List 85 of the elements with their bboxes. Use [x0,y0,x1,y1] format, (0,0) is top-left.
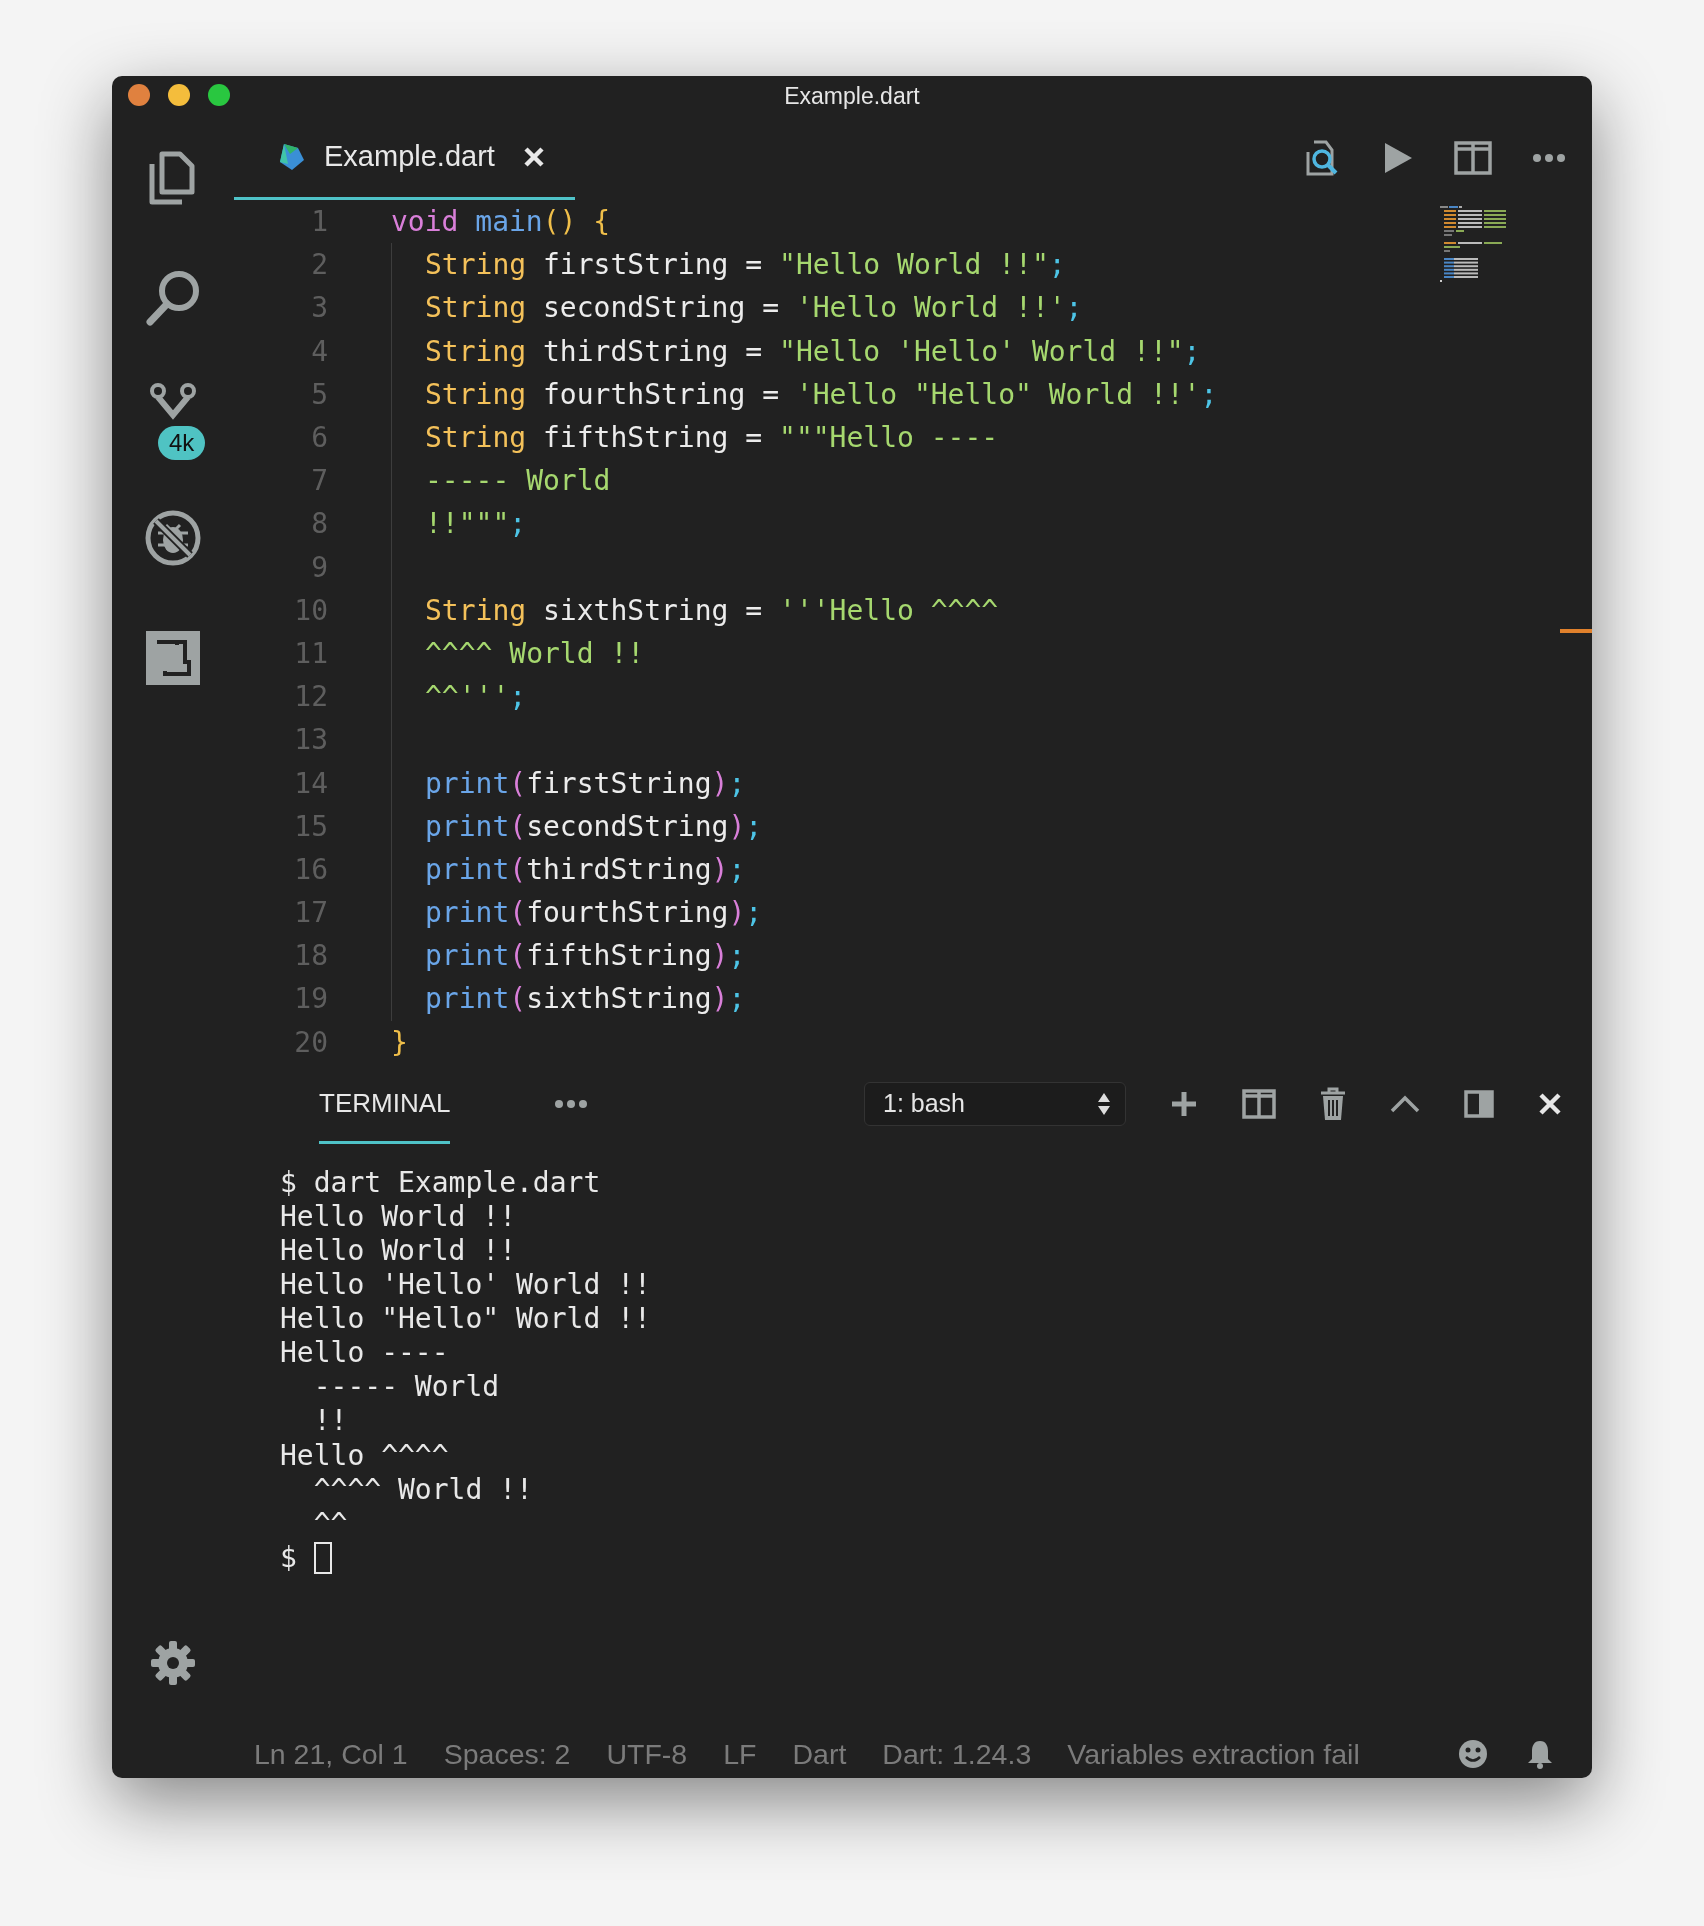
split-terminal-icon[interactable] [1242,1088,1276,1119]
close-icon[interactable] [522,145,545,168]
panel-icon[interactable] [1464,1089,1494,1118]
minimize-window-button[interactable] [168,84,190,106]
extensions-icon[interactable] [146,631,200,685]
line-number: 6 [310,421,328,455]
line-number: 4 [310,334,328,368]
files-icon[interactable] [148,150,198,206]
close-window-button[interactable] [128,84,150,106]
terminal-line: Hello 'Hello' World !! [280,1268,651,1303]
shell-dropdown[interactable]: 1: bash [864,1081,1126,1126]
window-title: Example.dart [784,82,920,110]
status-item[interactable]: Dart: 1.24.3 [882,1737,1032,1771]
terminal-line: !! [312,1404,348,1439]
code-line: ----- World [425,464,611,498]
search-icon[interactable] [145,269,201,327]
line-number: 1 [310,205,328,239]
count-badge: 4k [158,426,206,460]
terminal-line: Hello "Hello" World !! [280,1302,651,1337]
code-line: ^^'''; [425,680,527,714]
line-number: 2 [310,248,328,282]
status-item[interactable]: Dart [792,1737,847,1771]
line-number: 13 [293,723,328,757]
terminal-line: Hello ^^^^ [280,1438,449,1473]
line-number: 9 [310,550,328,584]
line-number: 12 [293,680,328,714]
terminal-line: ^^^^ World !! [312,1472,533,1507]
line-number: 18 [293,939,328,973]
line-number: 11 [293,636,328,670]
terminal-line: Hello ---- [280,1336,449,1371]
run-icon[interactable] [1382,141,1414,175]
status-item[interactable]: LF [723,1737,757,1771]
line-number: 3 [310,291,328,325]
line-number: 8 [310,507,328,541]
code-line: ^^^^ World !! [425,636,645,670]
split-editor-icon[interactable] [1454,141,1492,175]
line-number: 20 [293,1025,328,1059]
no-bug-icon[interactable] [144,509,202,567]
code-line: String fifthString = """Hello ---- [425,421,999,455]
zoom-window-button[interactable] [208,84,230,106]
terminal-line: Hello World !! [280,1199,516,1234]
bell-icon[interactable] [1526,1739,1554,1769]
line-number: 5 [310,377,328,411]
terminal-line: Hello World !! [280,1233,516,1269]
close-icon[interactable] [1538,1091,1562,1116]
up-down-arrows-icon [1097,1091,1111,1116]
code-line: void main() { [391,205,611,239]
terminal-line: ----- World [312,1370,500,1405]
code-line: print(fifthString); [425,939,746,973]
status-item[interactable]: Variables extraction fail [1067,1737,1360,1771]
more-icon[interactable] [554,1098,589,1109]
status-item[interactable]: Spaces: 2 [443,1737,571,1771]
more-icon[interactable] [1532,153,1566,163]
line-number: 7 [310,464,328,498]
code-line: print(sixthString); [425,982,746,1016]
code-line: print(firstString); [425,766,746,800]
smiley-icon[interactable] [1458,1739,1488,1769]
code-line: String thirdString = "Hello 'Hello' World !!"; [425,334,1201,368]
line-number: 16 [293,852,328,886]
line-number: 10 [293,593,328,627]
code-line: String secondString = 'Hello World !!'; [425,291,1083,325]
line-number: 17 [293,896,328,930]
trash-icon[interactable] [1320,1086,1346,1121]
status-item[interactable]: UTF-8 [606,1737,688,1771]
line-number: 15 [293,809,328,843]
settings-icon[interactable] [150,1640,196,1686]
terminal-line: ^^ [312,1506,348,1541]
code-line: print(secondString); [425,809,763,843]
chevron-up-icon[interactable] [1390,1094,1420,1113]
file-tab[interactable]: Example.dart [234,116,575,200]
terminal-line: $ dart Example.dart [280,1165,601,1200]
code-line: String firstString = "Hello World !!"; [425,248,1066,282]
status-item[interactable]: Ln 21, Col 1 [254,1737,408,1771]
code-line: print(fourthString); [425,896,763,930]
code-line: } [391,1025,408,1059]
code-line: print(thirdString); [425,852,746,886]
terminal-tab[interactable]: TERMINAL [319,1063,451,1144]
scroll-marker [1560,629,1592,633]
code-line: String fourthString = 'Hello "Hello" World !!'; [425,377,1218,411]
code-line: !!"""; [425,507,527,541]
line-number: 14 [293,766,328,800]
terminal-line: $ [280,1540,297,1575]
line-number: 19 [293,982,328,1016]
plus-icon[interactable] [1170,1089,1198,1118]
code-line: String sixthString = '''Hello ^^^^ [425,593,999,627]
